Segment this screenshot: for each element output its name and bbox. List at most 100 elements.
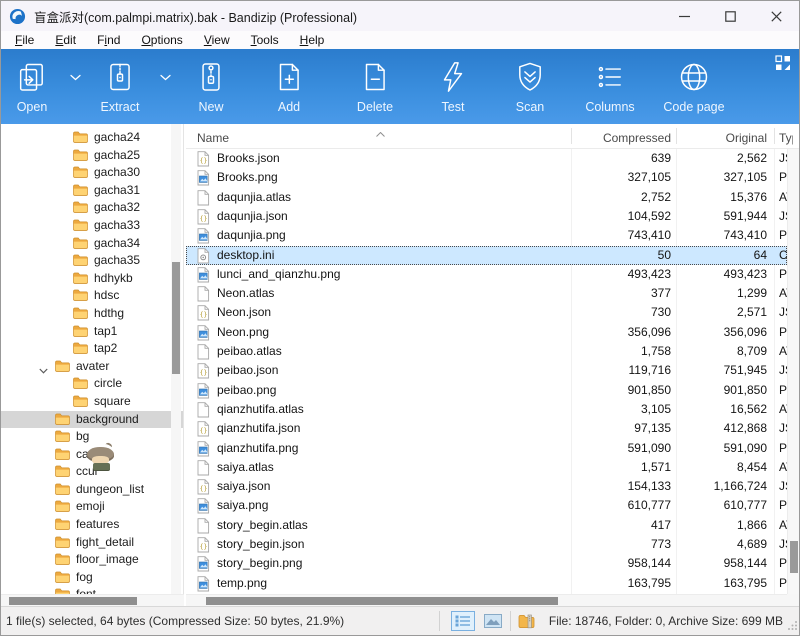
file-original-size: 163,795 (627, 574, 767, 593)
menu-options[interactable]: Options (134, 32, 189, 48)
sidebar-item-fight_detail[interactable]: fight_detail (1, 534, 183, 552)
sidebar-vertical-scrollbar-thumb[interactable] (172, 262, 180, 374)
sidebar-item-dungeon_list[interactable]: dungeon_list (1, 481, 183, 499)
menu-view[interactable]: View (197, 32, 237, 48)
sidebar-item-circle[interactable]: circle (1, 375, 183, 393)
details-view-button[interactable] (451, 611, 475, 631)
sidebar-item-ccui[interactable]: ccui (1, 463, 183, 481)
sidebar-item-square[interactable]: square (1, 393, 183, 411)
archive-folder-icon[interactable] (516, 611, 536, 631)
file-row-peibao.json[interactable]: {}peibao.json119,716751,945JSON File (186, 361, 787, 380)
file-row-Neon.png[interactable]: Neon.png356,096356,096PNG File (186, 323, 787, 342)
sidebar-item-hdsc[interactable]: hdsc (1, 287, 183, 305)
sidebar-item-floor_image[interactable]: floor_image (1, 551, 183, 569)
sidebar-item-tap2[interactable]: tap2 (1, 340, 183, 358)
sidebar-horizontal-scrollbar-thumb[interactable] (9, 597, 137, 605)
menu-tools[interactable]: Tools (244, 32, 286, 48)
list-horizontal-scrollbar-thumb[interactable] (206, 597, 558, 605)
sidebar-item-gacha35[interactable]: gacha35 (1, 252, 183, 270)
sidebar-item-tap1[interactable]: tap1 (1, 323, 183, 341)
toolbar-open-button[interactable]: Open (3, 55, 61, 119)
sidebar-item-gacha24[interactable]: gacha24 (1, 129, 183, 147)
sidebar-item-font[interactable]: font (1, 586, 183, 594)
toolbar-open-dropdown-button[interactable] (61, 55, 89, 99)
sidebar-item-gacha34[interactable]: gacha34 (1, 235, 183, 253)
file-row-saiya.atlas[interactable]: saiya.atlas1,5718,454ATLAS File (186, 458, 787, 477)
toolbar-scan-label: Scan (516, 100, 545, 114)
column-header-name[interactable]: Name (197, 131, 229, 145)
toolbar-test-button[interactable]: Test (415, 55, 491, 119)
sidebar-horizontal-scrollbar[interactable] (1, 594, 184, 606)
toolbar-codepage-button[interactable]: Code page (651, 55, 737, 119)
resize-grip[interactable] (787, 620, 798, 634)
file-row-lunci_and_qianzhu.png[interactable]: lunci_and_qianzhu.png493,423493,423PNG F… (186, 265, 787, 284)
file-row-saiya.png[interactable]: saiya.png610,777610,777PNG File (186, 496, 787, 515)
sidebar-item-gacha25[interactable]: gacha25 (1, 147, 183, 165)
file-type: PNG File (779, 554, 787, 573)
column-divider[interactable] (676, 128, 677, 144)
file-list-body: {}Brooks.json6392,562JSON FileBrooks.png… (186, 149, 799, 594)
file-row-story_begin.json[interactable]: {}story_begin.json7734,689JSON File (186, 535, 787, 554)
sidebar-item-bg[interactable]: bg (1, 428, 183, 446)
file-row-Neon.json[interactable]: {}Neon.json7302,571JSON File (186, 303, 787, 322)
sidebar-item-gacha33[interactable]: gacha33 (1, 217, 183, 235)
folder-icon (73, 219, 88, 231)
atlas-file-icon (197, 344, 210, 363)
json-file-icon: {} (197, 537, 210, 556)
sidebar-item-background[interactable]: background (1, 411, 183, 429)
file-row-qianzhutifa.atlas[interactable]: qianzhutifa.atlas3,10516,562ATLAS File (186, 400, 787, 419)
maximize-button[interactable] (707, 1, 753, 31)
toolbar-layout-grid-icon[interactable] (775, 55, 791, 71)
toolbar-codepage-label: Code page (663, 100, 724, 114)
sidebar-item-emoji[interactable]: emoji (1, 498, 183, 516)
sidebar-item-gacha30[interactable]: gacha30 (1, 164, 183, 182)
sidebar-item-gacha31[interactable]: gacha31 (1, 182, 183, 200)
bandizip-app-icon (9, 8, 26, 25)
sidebar-item-avater[interactable]: avater (1, 358, 183, 376)
minimize-button[interactable] (661, 1, 707, 31)
toolbar-add-button[interactable]: Add (243, 55, 335, 119)
file-row-Brooks.json[interactable]: {}Brooks.json6392,562JSON File (186, 149, 787, 168)
toolbar-new-button[interactable]: New (179, 55, 243, 119)
file-row-daqunjia.atlas[interactable]: daqunjia.atlas2,75215,376ATLAS File (186, 188, 787, 207)
file-row-Brooks.png[interactable]: Brooks.png327,105327,105PNG File (186, 168, 787, 187)
toolbar-extract-button[interactable]: Extract (89, 55, 151, 119)
menu-help[interactable]: Help (293, 32, 332, 48)
file-row-peibao.atlas[interactable]: peibao.atlas1,7588,709ATLAS File (186, 342, 787, 361)
file-row-qianzhutifa.json[interactable]: {}qianzhutifa.json97,135412,868JSON File (186, 419, 787, 438)
column-header-original[interactable]: Original (627, 131, 767, 145)
list-vertical-scrollbar[interactable] (787, 149, 799, 594)
toolbar-extract-dropdown-button[interactable] (151, 55, 179, 99)
file-row-daqunjia.json[interactable]: {}daqunjia.json104,592591,944JSON File (186, 207, 787, 226)
file-row-qianzhutifa.png[interactable]: qianzhutifa.png591,090591,090PNG File (186, 439, 787, 458)
file-row-peibao.png[interactable]: peibao.png901,850901,850PNG File (186, 381, 787, 400)
menu-edit[interactable]: Edit (48, 32, 83, 48)
list-horizontal-scrollbar[interactable] (186, 594, 787, 606)
sidebar-item-hdthg[interactable]: hdthg (1, 305, 183, 323)
thumbnail-view-button[interactable] (481, 611, 505, 631)
toolbar-delete-button[interactable]: Delete (335, 55, 415, 119)
window-title: 盲盒派对(com.palmpi.matrix).bak - Bandizip (… (34, 7, 357, 26)
sidebar-item-card[interactable]: card (1, 446, 183, 464)
file-row-saiya.json[interactable]: {}saiya.json154,1331,166,724JSON File (186, 477, 787, 496)
toolbar-scan-button[interactable]: Scan (491, 55, 569, 119)
menu-file[interactable]: File (8, 32, 41, 48)
file-row-temp.png[interactable]: temp.png163,795163,795PNG File (186, 574, 787, 593)
sidebar-vertical-scrollbar[interactable] (171, 124, 181, 594)
sidebar-item-hdhykb[interactable]: hdhykb (1, 270, 183, 288)
sidebar-item-features[interactable]: features (1, 516, 183, 534)
sidebar-item-fog[interactable]: fog (1, 569, 183, 587)
file-row-daqunjia.png[interactable]: daqunjia.png743,410743,410PNG File (186, 226, 787, 245)
file-row-story_begin.png[interactable]: story_begin.png958,144958,144PNG File (186, 554, 787, 573)
close-button[interactable] (753, 1, 799, 31)
sidebar-item-gacha32[interactable]: gacha32 (1, 199, 183, 217)
file-row-Neon.atlas[interactable]: Neon.atlas3771,299ATLAS File (186, 284, 787, 303)
file-row-story_begin.atlas[interactable]: story_begin.atlas4171,866ATLAS File (186, 516, 787, 535)
file-row-desktop.ini[interactable]: desktop.ini5064Configuration settings (186, 246, 787, 265)
column-divider[interactable] (774, 128, 775, 144)
menu-find[interactable]: Find (90, 32, 127, 48)
toolbar-columns-button[interactable]: Columns (569, 55, 651, 119)
column-divider[interactable] (571, 128, 572, 144)
list-vertical-scrollbar-thumb[interactable] (790, 541, 798, 573)
column-header-type[interactable]: Type (779, 131, 793, 145)
